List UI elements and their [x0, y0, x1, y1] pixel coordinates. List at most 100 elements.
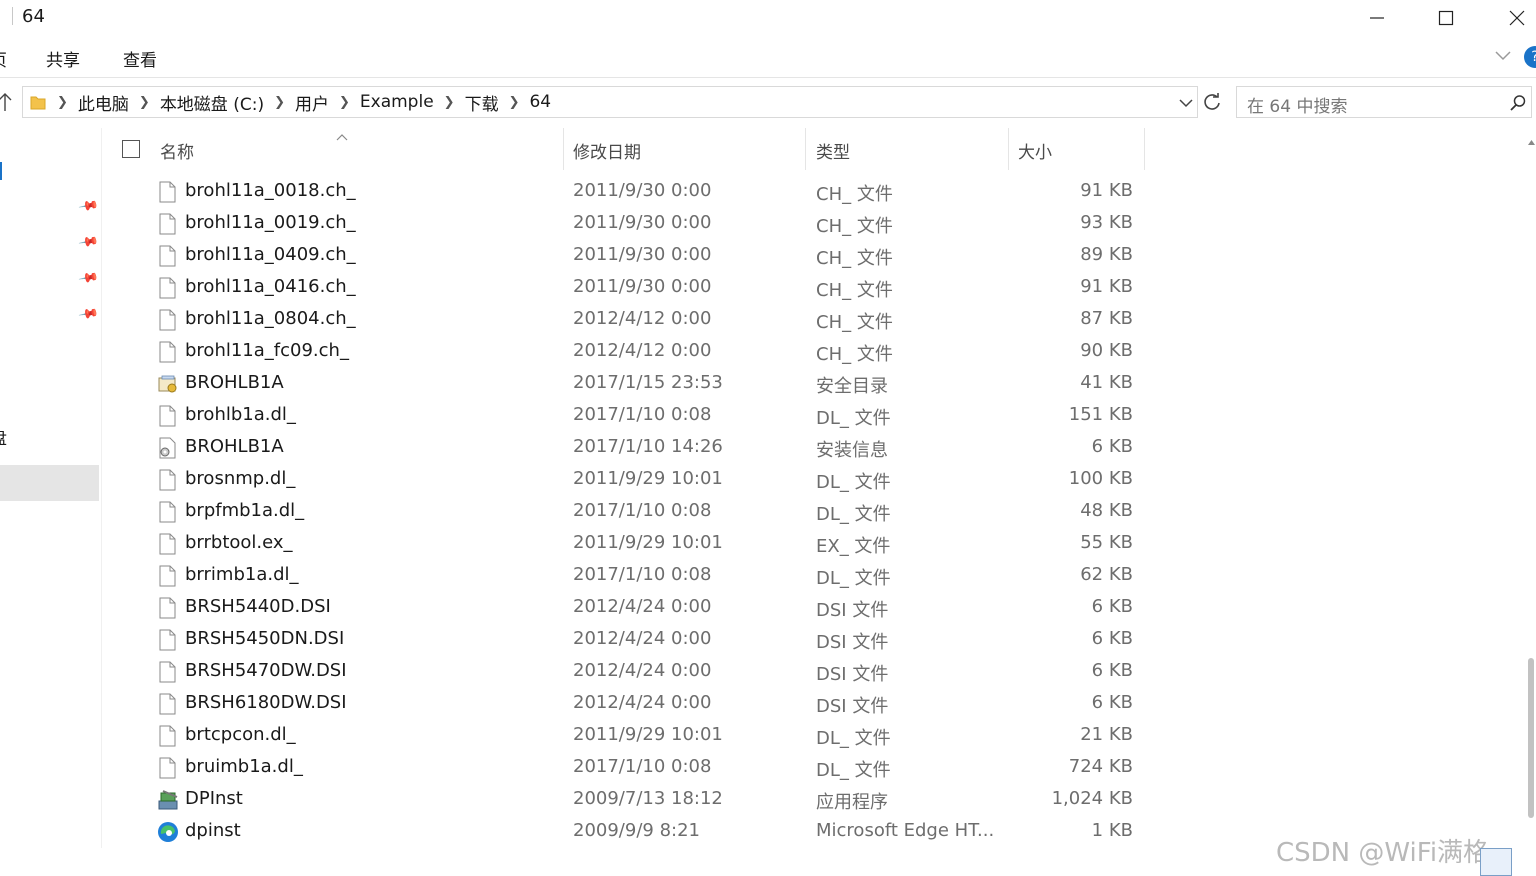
column-divider[interactable] [1144, 128, 1145, 170]
breadcrumb-64[interactable]: 64 [529, 92, 551, 112]
file-size: 1,024 KB [1051, 788, 1133, 809]
file-icon [157, 213, 177, 235]
file-row[interactable]: brosnmp.dl_ 2011/9/29 10:01 DL_ 文件 100 KB [102, 464, 1522, 496]
search-input[interactable]: 在 64 中搜索 [1247, 92, 1347, 117]
file-type: DL_ 文件 [816, 472, 891, 493]
file-date: 2012/4/24 0:00 [573, 692, 712, 713]
file-name: BRSH5450DN.DSI [185, 628, 345, 649]
pin-icon[interactable]: 📌 [77, 232, 99, 254]
file-size: 48 KB [1080, 500, 1133, 521]
file-row[interactable]: BRSH5470DW.DSI 2012/4/24 0:00 DSI 文件 6 KB [102, 656, 1522, 688]
select-all-checkbox[interactable] [122, 140, 140, 158]
file-size: 55 KB [1080, 532, 1133, 553]
chevron-down-icon [1495, 51, 1511, 61]
file-size: 91 KB [1080, 276, 1133, 297]
up-button[interactable] [0, 92, 12, 116]
address-bar[interactable]: ❯ 此电脑 ❯ 本地磁盘 (C:) ❯ 用户 ❯ Example ❯ 下载 ❯ … [22, 86, 1198, 118]
file-date: 2017/1/15 23:53 [573, 372, 723, 393]
help-button[interactable]: ? [1524, 46, 1536, 68]
file-type: DSI 文件 [816, 664, 889, 685]
file-type: CH_ 文件 [816, 248, 893, 269]
file-row[interactable]: brrbtool.ex_ 2011/9/29 10:01 EX_ 文件 55 KB [102, 528, 1522, 560]
file-date: 2017/1/10 0:08 [573, 404, 712, 425]
file-name: brohl11a_fc09.ch_ [185, 340, 349, 361]
maximize-button[interactable] [1423, 0, 1469, 36]
navigation-pane: 📌 📌 📌 📌 盘 [0, 128, 101, 876]
file-date: 2017/1/10 0:08 [573, 500, 712, 521]
file-icon [157, 597, 177, 619]
chevron-right-icon[interactable]: ❯ [444, 95, 455, 110]
file-row[interactable]: BROHLB1A 2017/1/15 23:53 安全目录 41 KB [102, 368, 1522, 400]
file-row[interactable]: brohlb1a.dl_ 2017/1/10 0:08 DL_ 文件 151 KB [102, 400, 1522, 432]
column-header-size[interactable]: 大小 [1018, 138, 1052, 163]
file-row[interactable]: bruimb1a.dl_ 2017/1/10 0:08 DL_ 文件 724 KB [102, 752, 1522, 784]
breadcrumb-example[interactable]: Example [360, 92, 434, 112]
file-type: DSI 文件 [816, 632, 889, 653]
column-divider[interactable] [1008, 128, 1009, 170]
column-divider[interactable] [805, 128, 806, 170]
chevron-right-icon[interactable]: ❯ [57, 95, 68, 110]
file-row[interactable]: BROHLB1A 2017/1/10 14:26 安装信息 6 KB [102, 432, 1522, 464]
file-name: brrimb1a.dl_ [185, 564, 299, 585]
expand-ribbon-button[interactable] [1494, 48, 1512, 67]
file-date: 2012/4/24 0:00 [573, 596, 712, 617]
file-date: 2017/1/10 0:08 [573, 756, 712, 777]
file-name: brohl11a_0018.ch_ [185, 180, 356, 201]
address-history-button[interactable] [1178, 95, 1194, 114]
file-row[interactable]: brrimb1a.dl_ 2017/1/10 0:08 DL_ 文件 62 KB [102, 560, 1522, 592]
refresh-icon [1204, 93, 1220, 110]
file-icon [157, 533, 177, 555]
breadcrumb-users[interactable]: 用户 [295, 90, 329, 115]
file-row[interactable]: brohl11a_0804.ch_ 2012/4/12 0:00 CH_ 文件 87 … [102, 304, 1522, 336]
tab-home-fragment[interactable]: 页 [0, 46, 7, 71]
search-box[interactable]: 在 64 中搜索 [1236, 86, 1532, 118]
pin-icon[interactable]: 📌 [77, 196, 99, 218]
file-date: 2009/7/13 18:12 [573, 788, 723, 809]
minimize-button[interactable] [1354, 0, 1400, 36]
pin-icon[interactable]: 📌 [77, 304, 99, 326]
file-row[interactable]: DPInst 2009/7/13 18:12 应用程序 1,024 KB [102, 784, 1522, 816]
tab-share[interactable]: 共享 [46, 46, 80, 71]
file-row[interactable]: BRSH5440D.DSI 2012/4/24 0:00 DSI 文件 6 KB [102, 592, 1522, 624]
file-row[interactable]: brohl11a_fc09.ch_ 2012/4/12 0:00 CH_ 文件 90 … [102, 336, 1522, 368]
scrollbar-thumb[interactable] [1528, 658, 1534, 818]
column-divider[interactable] [563, 128, 564, 170]
file-row[interactable]: brohl11a_0416.ch_ 2011/9/30 0:00 CH_ 文件 91 … [102, 272, 1522, 304]
details-view-icon[interactable] [1480, 848, 1512, 876]
file-type: 安装信息 [816, 440, 888, 461]
nav-item-disk-fragment[interactable]: 盘 [0, 424, 7, 449]
chevron-right-icon[interactable]: ❯ [139, 95, 150, 110]
file-row[interactable]: BRSH6180DW.DSI 2012/4/24 0:00 DSI 文件 6 KB [102, 688, 1522, 720]
chevron-right-icon[interactable]: ❯ [339, 95, 350, 110]
file-type: CH_ 文件 [816, 216, 893, 237]
breadcrumb-downloads[interactable]: 下载 [465, 90, 499, 115]
scroll-up-icon[interactable] [1527, 138, 1536, 146]
file-row[interactable]: brohl11a_0409.ch_ 2011/9/30 0:00 CH_ 文件 89 … [102, 240, 1522, 272]
file-name: brpfmb1a.dl_ [185, 500, 305, 521]
chevron-right-icon[interactable]: ❯ [509, 95, 520, 110]
file-size: 93 KB [1080, 212, 1133, 233]
file-row[interactable]: brohl11a_0018.ch_ 2011/9/30 0:00 CH_ 文件 91 … [102, 176, 1522, 208]
close-button[interactable] [1494, 0, 1536, 36]
installer-app-icon [157, 789, 178, 811]
pin-icon[interactable]: 📌 [77, 268, 99, 290]
file-row[interactable]: BRSH5450DN.DSI 2012/4/24 0:00 DSI 文件 6 KB [102, 624, 1522, 656]
file-row[interactable]: brohl11a_0019.ch_ 2011/9/30 0:00 CH_ 文件 93 … [102, 208, 1522, 240]
breadcrumb-local-disk[interactable]: 本地磁盘 (C:) [160, 90, 264, 115]
file-size: 6 KB [1091, 660, 1133, 681]
chevron-down-icon [1179, 99, 1193, 108]
refresh-button[interactable] [1202, 92, 1222, 116]
file-name: BROHLB1A [185, 436, 284, 457]
file-row[interactable]: brtcpcon.dl_ 2011/9/29 10:01 DL_ 文件 21 KB [102, 720, 1522, 752]
column-header-type[interactable]: 类型 [816, 138, 850, 163]
tab-view[interactable]: 查看 [123, 46, 157, 71]
breadcrumb-this-pc[interactable]: 此电脑 [78, 90, 129, 115]
search-icon[interactable] [1509, 94, 1527, 112]
nav-item-selected[interactable] [0, 465, 99, 501]
column-header-date[interactable]: 修改日期 [573, 138, 641, 163]
file-row[interactable]: brpfmb1a.dl_ 2017/1/10 0:08 DL_ 文件 48 KB [102, 496, 1522, 528]
column-header-name[interactable]: 名称 [160, 138, 194, 163]
file-name: brrbtool.ex_ [185, 532, 293, 553]
folder-icon [30, 96, 46, 110]
chevron-right-icon[interactable]: ❯ [274, 95, 285, 110]
